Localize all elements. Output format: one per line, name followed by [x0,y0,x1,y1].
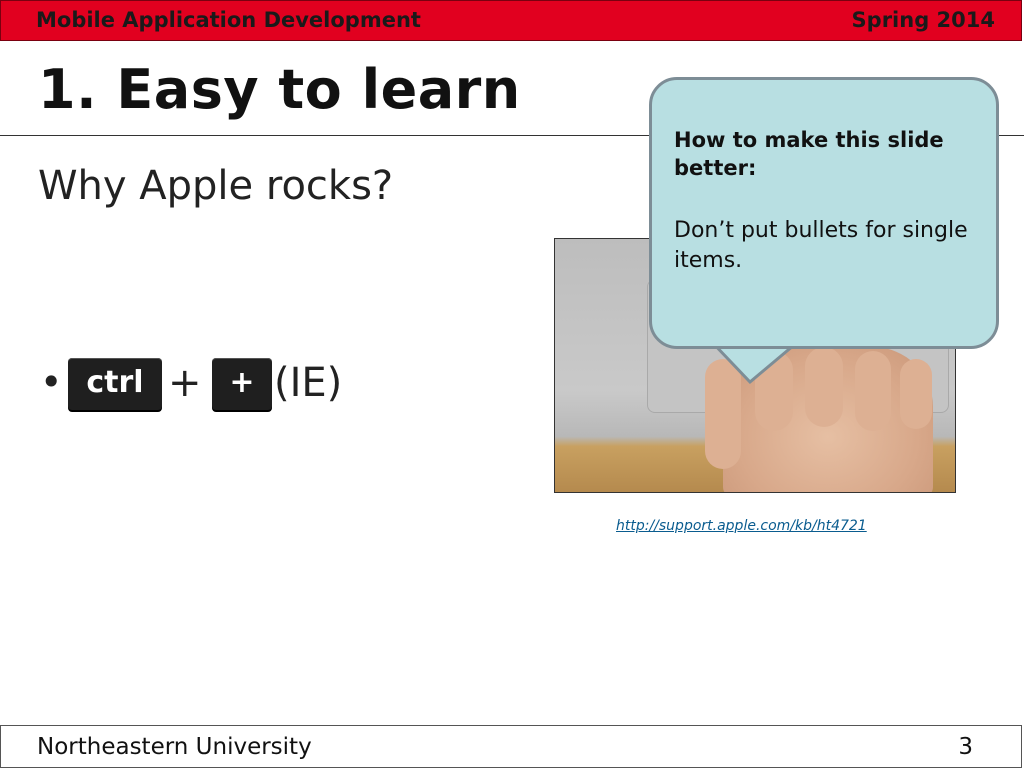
browser-label: (IE) [274,360,343,406]
finger-image [900,359,932,429]
plus-key-icon: + [212,358,272,410]
slide-subtitle: Why Apple rocks? [38,163,394,209]
bullet-dot-icon: • [40,360,63,404]
page-number: 3 [958,734,973,760]
finger-image [805,347,843,427]
advice-callout: How to make this slide better: Don’t put… [649,77,999,349]
course-title: Mobile Application Development [36,8,421,32]
callout-heading: How to make this slide better: [674,128,944,180]
callout-advice: Don’t put bullets for single items. [674,218,968,273]
finger-image [855,351,891,431]
header-bar: Mobile Application Development Spring 20… [0,0,1022,41]
slide-title: 1. Easy to learn [38,58,521,121]
institution-label: Northeastern University [37,734,312,760]
term-label: Spring 2014 [851,8,995,32]
footer-bar: Northeastern University 3 [0,725,1022,768]
ctrl-key-icon: ctrl [68,358,162,410]
plus-sign: + [168,360,202,406]
support-link[interactable]: http://support.apple.com/kb/ht4721 [616,518,867,534]
